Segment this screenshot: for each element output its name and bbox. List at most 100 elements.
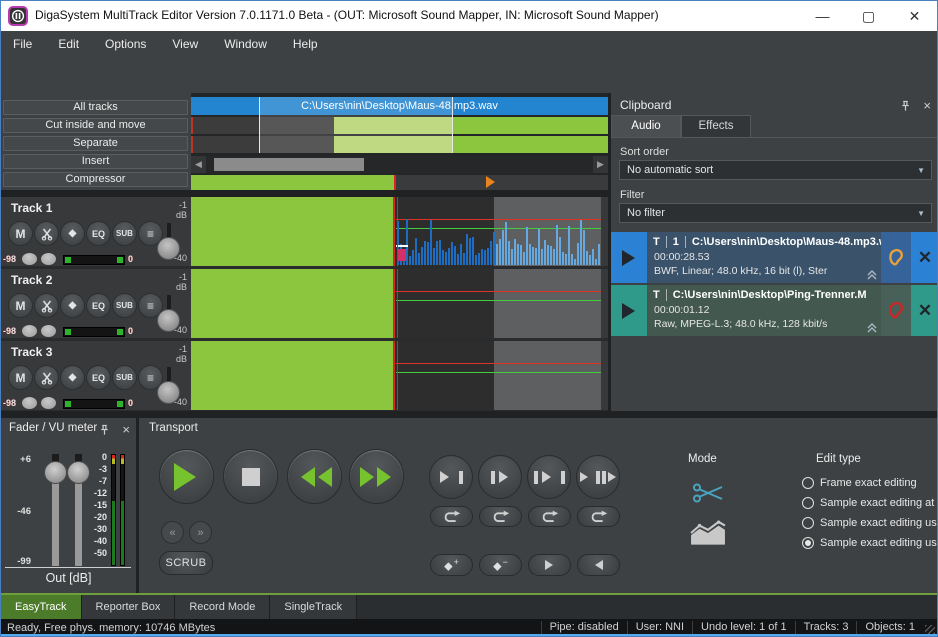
sub-button[interactable]: SUB	[112, 293, 137, 318]
next-marker-button[interactable]	[528, 554, 571, 576]
menu-options[interactable]: Options	[105, 37, 146, 51]
tab-easytrack[interactable]: EasyTrack	[1, 595, 82, 619]
prev-marker-button[interactable]	[577, 554, 620, 576]
stop-button[interactable]	[223, 449, 278, 504]
scissors-button[interactable]	[34, 293, 59, 318]
timeline-ruler[interactable]	[191, 175, 608, 190]
clip-item-body[interactable]: T C:\Users\nin\Desktop\Ping-Trenner.M 00…	[647, 285, 881, 336]
insert-button[interactable]: Insert	[3, 154, 188, 169]
pin-icon[interactable]	[99, 424, 110, 436]
scrollbar-thumb[interactable]	[214, 158, 364, 171]
radio-icon[interactable]	[802, 537, 814, 549]
minimize-button[interactable]: —	[800, 1, 845, 31]
prelisten-play-button[interactable]	[611, 285, 647, 336]
eq-button[interactable]: EQ	[86, 293, 111, 318]
prelisten-ear-button[interactable]	[881, 232, 911, 283]
radio-sample-exact-at[interactable]: Sample exact editing at	[802, 497, 934, 509]
play-from-cursor-button[interactable]	[478, 455, 522, 499]
track-level-meter[interactable]	[63, 399, 125, 409]
track-toggle-a[interactable]	[22, 253, 37, 265]
track-toggle-b[interactable]	[41, 325, 56, 337]
fast-forward-button[interactable]	[349, 449, 404, 504]
mute-button[interactable]: M	[8, 365, 33, 390]
cut-mode-icon[interactable]	[692, 482, 724, 504]
pan-button[interactable]: ◆	[60, 293, 85, 318]
play-selection-button[interactable]	[527, 455, 571, 499]
menu-file[interactable]: File	[13, 37, 32, 51]
playhead-marker-icon[interactable]	[486, 176, 501, 188]
waveform[interactable]	[397, 217, 601, 265]
loop-button-1[interactable]	[430, 506, 473, 527]
eq-button[interactable]: EQ	[86, 221, 111, 246]
track-lane[interactable]	[191, 341, 601, 410]
panel-close-icon[interactable]: ×	[923, 98, 931, 113]
maximize-button[interactable]: ▢	[846, 1, 891, 31]
eq-button[interactable]: EQ	[86, 365, 111, 390]
pin-icon[interactable]	[900, 100, 911, 112]
chevron-double-up-icon[interactable]	[866, 323, 878, 333]
scissors-button[interactable]	[34, 221, 59, 246]
audio-object-block[interactable]	[191, 197, 393, 266]
menu-view[interactable]: View	[172, 37, 198, 51]
menu-window[interactable]: Window	[224, 37, 267, 51]
sub-button[interactable]: SUB	[112, 221, 137, 246]
radio-sample-exact-us-1[interactable]: Sample exact editing us	[802, 517, 937, 529]
scissors-button[interactable]	[34, 365, 59, 390]
track-toggle-b[interactable]	[41, 253, 56, 265]
tab-audio[interactable]: Audio	[611, 115, 681, 138]
prelisten-ear-button[interactable]	[881, 285, 911, 336]
scroll-right-arrow[interactable]: ▶	[593, 156, 608, 173]
sub-button[interactable]: SUB	[112, 365, 137, 390]
loop-button-2[interactable]	[479, 506, 522, 527]
all-tracks-button[interactable]: All tracks	[3, 100, 188, 115]
loop-button-3[interactable]	[528, 506, 571, 527]
tab-reporter-box[interactable]: Reporter Box	[82, 595, 176, 619]
play-button[interactable]	[159, 449, 214, 504]
fade-handle[interactable]	[397, 249, 406, 261]
radio-frame-exact-editing[interactable]: Frame exact editing	[802, 477, 917, 489]
clipboard-item-2[interactable]: T C:\Users\nin\Desktop\Ping-Trenner.M 00…	[611, 285, 938, 336]
audio-object-block[interactable]	[191, 341, 393, 410]
add-marker-button[interactable]: ◆+	[430, 554, 473, 576]
tab-effects[interactable]: Effects	[681, 115, 751, 138]
cut-inside-and-move-button[interactable]: Cut inside and move	[3, 118, 188, 133]
track-toggle-a[interactable]	[22, 325, 37, 337]
overview-scrollbar[interactable]: ◀ ▶	[191, 156, 608, 173]
compressor-button[interactable]: Compressor	[3, 172, 188, 187]
track-level-meter[interactable]	[63, 327, 125, 337]
panel-close-icon[interactable]: ×	[122, 422, 130, 437]
prelisten-play-button[interactable]	[611, 232, 647, 283]
scrub-button[interactable]: SCRUB	[159, 551, 213, 575]
tab-singletrack[interactable]: SingleTrack	[270, 595, 357, 619]
tab-record-mode[interactable]: Record Mode	[175, 595, 270, 619]
overview-selection[interactable]	[259, 97, 453, 153]
step-forward-button[interactable]: »	[189, 521, 212, 544]
filter-dropdown[interactable]: No filter ▼	[619, 203, 932, 223]
radio-sample-exact-us-2[interactable]: Sample exact editing us	[802, 537, 937, 549]
play-around-cursor-button[interactable]	[576, 455, 620, 499]
resize-grip[interactable]	[925, 625, 935, 635]
close-button[interactable]: ✕	[892, 1, 937, 31]
remove-marker-button[interactable]: ◆−	[479, 554, 522, 576]
remove-clip-button[interactable]: ✕	[911, 285, 938, 336]
step-back-button[interactable]: «	[161, 521, 184, 544]
track-toggle-a[interactable]	[22, 397, 37, 409]
track-level-meter[interactable]	[63, 255, 125, 265]
radio-icon[interactable]	[802, 477, 814, 489]
pan-button[interactable]: ◆	[60, 221, 85, 246]
track-lane[interactable]	[191, 197, 601, 266]
separate-button[interactable]: Separate	[3, 136, 188, 151]
rewind-button[interactable]	[287, 449, 342, 504]
audio-object-block[interactable]	[191, 269, 393, 338]
mute-button[interactable]: M	[8, 293, 33, 318]
pan-button[interactable]: ◆	[60, 365, 85, 390]
radio-icon[interactable]	[802, 497, 814, 509]
sort-order-dropdown[interactable]: No automatic sort ▼	[619, 160, 932, 180]
menu-edit[interactable]: Edit	[58, 37, 79, 51]
selected-region[interactable]	[494, 341, 601, 410]
track-lane[interactable]	[191, 269, 601, 338]
remove-clip-button[interactable]: ✕	[911, 232, 938, 283]
envelope-mode-icon[interactable]	[690, 520, 726, 546]
radio-icon[interactable]	[802, 517, 814, 529]
track-toggle-b[interactable]	[41, 397, 56, 409]
